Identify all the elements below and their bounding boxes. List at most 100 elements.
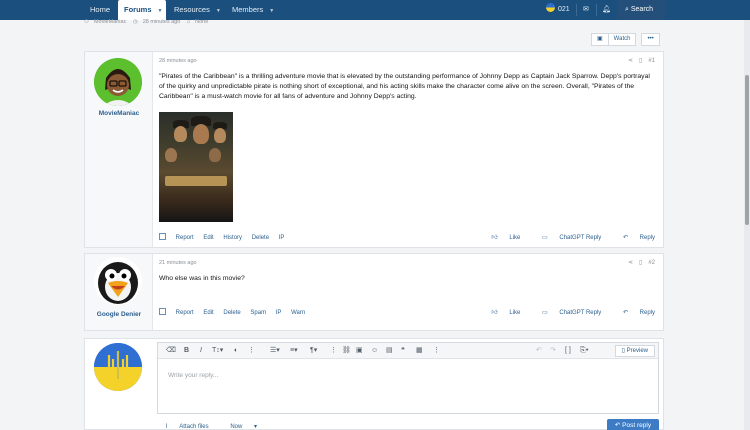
reply-editor[interactable]: ⌫ B I T↕▾ ◐ ⋮ ☰▾ ≡▾ ¶▾ ⋮ ⛓ ▣ ☺ ▤ ❝ ▦ ⋮ ↶… [157, 342, 659, 414]
clock-icon: ◷ [132, 19, 138, 25]
post-message: Who else was in this movie? [159, 275, 245, 282]
bold-icon[interactable]: B [184, 345, 189, 357]
delete-link[interactable]: Delete [252, 235, 269, 241]
reply-button[interactable]: ↶ Reply [613, 235, 655, 241]
post-user-cell: MovieManiac [85, 52, 153, 247]
post-number[interactable]: #2 [648, 260, 655, 266]
avatar-illustration [94, 58, 142, 106]
select-post-checkbox[interactable] [159, 308, 166, 315]
like-button[interactable]: 👍︎ Like [481, 310, 520, 316]
post-time[interactable]: 21 minutes ago [159, 260, 197, 266]
paperclip-icon: ⌇ [165, 424, 168, 430]
bookmark-icon[interactable]: ▯ [639, 260, 642, 266]
post-actions: Report Edit Delete Spam IP Warn 👍︎ Like … [159, 308, 655, 316]
bbcode-icon[interactable]: [ ] [565, 345, 571, 357]
more-vertical-icon[interactable]: ⋮ [248, 345, 255, 357]
editor-toolbar: ⌫ B I T↕▾ ◐ ⋮ ☰▾ ≡▾ ¶▾ ⋮ ⛓ ▣ ☺ ▤ ❝ ▦ ⋮ ↶… [158, 343, 658, 359]
eraser-icon[interactable]: ⌫ [166, 345, 176, 357]
nav-home[interactable]: Home [84, 0, 116, 20]
nav-forums[interactable]: Forums ▼ [118, 0, 166, 20]
user-account[interactable]: 021 [546, 0, 570, 20]
watch-controls: ▣ Watch ••• [591, 33, 660, 46]
reply-button[interactable]: ↶ Reply [613, 310, 655, 316]
chevron-down-icon: ▼ [215, 8, 221, 14]
smiley-icon[interactable]: ☺ [371, 345, 378, 357]
more-options-button[interactable]: ••• [641, 33, 660, 46]
preview-button[interactable]: ▯ Preview [614, 345, 655, 357]
more-vertical-icon[interactable]: ⋮ [330, 345, 337, 357]
penguin-avatar-icon [98, 262, 138, 304]
bell-icon[interactable]: 🔔︎ [602, 0, 611, 20]
edit-link[interactable]: Edit [203, 310, 213, 316]
clipboard-icon[interactable]: ⎘▾ [580, 345, 589, 357]
chevron-down-icon: ▼ [157, 8, 163, 14]
quick-reply: ⌫ B I T↕▾ ◐ ⋮ ☰▾ ≡▾ ¶▾ ⋮ ⛓ ▣ ☺ ▤ ❝ ▦ ⋮ ↶… [84, 338, 664, 430]
table-icon[interactable]: ▦ [416, 345, 423, 357]
attach-files-button[interactable]: ⌇ Attach files [165, 424, 219, 430]
post-2: Google Denier 21 minutes ago ⋖ ▯ #2 Who el… [84, 253, 664, 331]
palette-icon[interactable]: ◐ [234, 345, 238, 357]
envelope-icon[interactable]: ✉ [583, 0, 589, 20]
avatar [546, 3, 555, 12]
select-post-checkbox[interactable] [159, 233, 166, 240]
italic-icon[interactable]: I [200, 345, 202, 357]
history-link[interactable]: History [223, 235, 242, 241]
report-link[interactable]: Report [176, 310, 194, 316]
thread-time: 28 minutes ago [142, 19, 181, 25]
watch-button[interactable]: Watch [608, 33, 637, 46]
post-reply-button[interactable]: ↶ Post reply [607, 419, 659, 430]
search-icon: ⌕ [625, 6, 629, 13]
post-body: 21 minutes ago ⋖ ▯ #2 Who else was in this… [159, 254, 657, 330]
redo-icon[interactable]: ↷ [550, 345, 556, 357]
link-icon[interactable]: ⛓ [342, 345, 351, 357]
edit-link[interactable]: Edit [203, 235, 213, 241]
page-scrollbar[interactable] [744, 20, 750, 430]
bookmark-icon[interactable]: ▣ [591, 33, 609, 46]
avatar[interactable] [94, 257, 142, 305]
nav-resources[interactable]: Resources ▼ [168, 0, 227, 20]
trident-avatar-icon [94, 343, 142, 391]
share-icon[interactable]: ⋖ [628, 260, 633, 266]
chatgpt-reply-button[interactable]: ▭ ChatGPT Reply [532, 235, 601, 241]
thread-author-link[interactable]: MovieManiac [94, 19, 126, 25]
schedule-dropdown[interactable]: Now ▾ [230, 424, 267, 430]
more-vertical-icon[interactable]: ⋮ [433, 345, 440, 357]
thread-meta: ⚇ MovieManiac ◷ 28 minutes ago ⌂ None [84, 19, 213, 25]
post-header-icons: ⋖ ▯ #2 [622, 259, 655, 266]
media-icon[interactable]: ▤ [386, 345, 393, 357]
chevron-down-icon: ▾ [254, 424, 258, 430]
ip-link[interactable]: IP [279, 235, 285, 241]
spam-link[interactable]: Spam [250, 310, 266, 316]
avatar [94, 343, 142, 391]
chatgpt-reply-button[interactable]: ▭ ChatGPT Reply [532, 310, 601, 316]
ip-link[interactable]: IP [276, 310, 282, 316]
avatar[interactable] [94, 58, 142, 106]
bookmark-icon[interactable]: ▯ [639, 58, 642, 64]
username[interactable]: MovieManiac [85, 110, 153, 117]
username[interactable]: Google Denier [85, 311, 153, 318]
paragraph-icon[interactable]: ¶▾ [310, 345, 317, 357]
warn-link[interactable]: Warn [291, 310, 305, 316]
share-icon[interactable]: ⋖ [628, 58, 633, 64]
quote-icon[interactable]: ❝ [401, 345, 405, 357]
chat-icon: ▭ [542, 235, 548, 241]
undo-icon[interactable]: ↶ [536, 345, 542, 357]
post-time[interactable]: 28 minutes ago [159, 58, 197, 64]
scrollbar-thumb[interactable] [745, 75, 749, 225]
reply-footer: ⌇ Attach files Now ▾ [165, 423, 277, 430]
align-icon[interactable]: ≡▾ [290, 345, 298, 357]
nav-members[interactable]: Members ▼ [226, 0, 280, 20]
text-size-icon[interactable]: T↕▾ [212, 345, 223, 357]
delete-link[interactable]: Delete [223, 310, 240, 316]
post-number[interactable]: #1 [648, 58, 655, 64]
search-button[interactable]: ⌕ Search [617, 0, 665, 20]
list-icon[interactable]: ☰▾ [270, 345, 280, 357]
divider [576, 4, 577, 16]
post-message: "Pirates of the Caribbean" is a thrillin… [159, 73, 650, 100]
tag-icon: ⌂ [186, 19, 191, 25]
report-link[interactable]: Report [176, 235, 194, 241]
movie-poster-image[interactable] [159, 112, 233, 222]
document-icon: ▯ [621, 348, 625, 354]
image-icon[interactable]: ▣ [356, 345, 363, 357]
like-button[interactable]: 👍︎ Like [481, 235, 520, 241]
